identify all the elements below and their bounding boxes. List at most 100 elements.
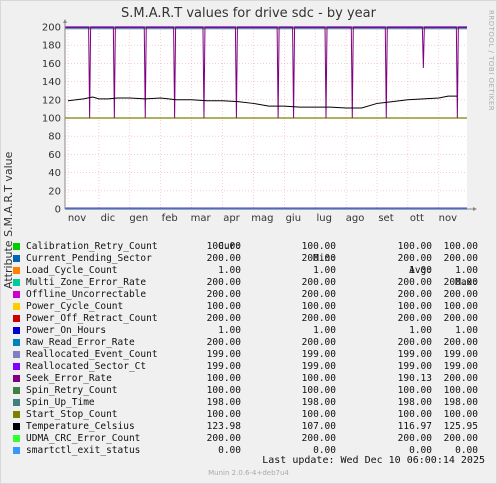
x-tick-label: nov bbox=[439, 213, 457, 224]
legend-item: Power_Off_Retract_Count 200.00 200.00 200.0… bbox=[12, 313, 492, 325]
legend-swatch bbox=[13, 411, 20, 418]
y-tick-label: 100 bbox=[42, 114, 61, 125]
legend-cur: 200.00 bbox=[206, 337, 241, 348]
y-tick-label: 200 bbox=[42, 23, 61, 34]
munin-version: Munin 2.0.6-4+deb7u4 bbox=[208, 469, 289, 477]
y-tick-label: 160 bbox=[42, 59, 61, 70]
legend-item: Calibration_Retry_Count 100.00 100.00 100.0… bbox=[12, 241, 492, 253]
legend-cur: 1.00 bbox=[218, 265, 241, 276]
x-tick-label: ago bbox=[346, 213, 365, 224]
legend-name: Power_On_Hours bbox=[26, 325, 107, 336]
legend-name: Calibration_Retry_Count bbox=[26, 241, 158, 252]
legend-name: Multi_Zone_Error_Rate bbox=[26, 277, 147, 288]
legend-cur: 100.00 bbox=[206, 301, 241, 312]
x-tick-label: gen bbox=[129, 213, 148, 224]
legend-min: 198.00 bbox=[301, 397, 336, 408]
legend-name: Power_Off_Retract_Count bbox=[26, 313, 158, 324]
y-tick-label: 80 bbox=[48, 132, 61, 143]
x-tick-label: mag bbox=[251, 213, 273, 224]
legend-swatch bbox=[13, 291, 20, 298]
legend-max: 200.00 bbox=[443, 433, 478, 444]
x-tick-label: giu bbox=[286, 213, 301, 224]
legend-cur: 199.00 bbox=[206, 349, 241, 360]
legend-max: 100.00 bbox=[443, 301, 478, 312]
legend-item: Current_Pending_Sector 200.00 200.00 200.00… bbox=[12, 253, 492, 265]
y-tick-label: 40 bbox=[48, 168, 61, 179]
legend-cur: 200.00 bbox=[206, 253, 241, 264]
legend-cur: 200.00 bbox=[206, 289, 241, 300]
legend-min: 200.00 bbox=[301, 277, 336, 288]
legend-min: 107.00 bbox=[301, 421, 336, 432]
y-tick-label: 180 bbox=[42, 41, 61, 52]
legend-max: 200.00 bbox=[443, 277, 478, 288]
legend-min: 200.00 bbox=[301, 337, 336, 348]
legend-swatch bbox=[13, 399, 20, 406]
legend-item: Raw_Read_Error_Rate 200.00 200.00 200.00 200… bbox=[12, 337, 492, 349]
x-tick-label: feb bbox=[162, 213, 178, 224]
legend-swatch bbox=[13, 267, 20, 274]
last-update: Last update: Wed Dec 10 06:00:14 2025 bbox=[262, 455, 485, 466]
legend-item: UDMA_CRC_Error_Count 200.00 200.00 200.00 20… bbox=[12, 433, 492, 445]
legend-max: 198.00 bbox=[443, 397, 478, 408]
legend-min: 100.00 bbox=[301, 241, 336, 252]
legend-swatch bbox=[13, 255, 20, 262]
legend-min: 200.00 bbox=[301, 289, 336, 300]
legend-swatch bbox=[13, 243, 20, 250]
legend-min: 1.00 bbox=[313, 265, 336, 276]
legend-swatch bbox=[13, 375, 20, 382]
legend-max: 200.00 bbox=[443, 253, 478, 264]
legend-name: Start_Stop_Count bbox=[26, 409, 118, 420]
legend-min: 100.00 bbox=[301, 409, 336, 420]
x-tick-label: lug bbox=[316, 213, 331, 224]
legend-min: 100.00 bbox=[301, 373, 336, 384]
legend-swatch bbox=[13, 339, 20, 346]
legend-name: Seek_Error_Rate bbox=[26, 373, 112, 384]
legend-min: 1.00 bbox=[313, 325, 336, 336]
x-tick-label: nov bbox=[68, 213, 86, 224]
plot-area: 0 20 40 60 80 100 120 140 160 180 200 nov dic gen feb m… bbox=[42, 19, 477, 224]
legend-cur: 199.00 bbox=[206, 361, 241, 372]
legend-cur: 200.00 bbox=[206, 277, 241, 288]
legend-min: 199.00 bbox=[301, 361, 336, 372]
legend-cur: 100.00 bbox=[206, 385, 241, 396]
legend-max: 1.00 bbox=[455, 325, 478, 336]
legend-cur: 100.00 bbox=[206, 373, 241, 384]
legend-min: 200.00 bbox=[301, 313, 336, 324]
legend-max: 100.00 bbox=[443, 409, 478, 420]
legend-max: 200.00 bbox=[443, 337, 478, 348]
legend-max: 200.00 bbox=[443, 289, 478, 300]
legend-swatch bbox=[13, 315, 20, 322]
legend-name: Offline_Uncorrectable bbox=[26, 289, 147, 300]
y-tick-label: 0 bbox=[55, 205, 61, 216]
legend-item: Power_On_Hours 1.00 1.00 1.00 1.00 bbox=[12, 325, 492, 337]
legend-header: Cur: Min: Avg: Max: bbox=[12, 229, 492, 288]
x-tick-label: dic bbox=[101, 213, 116, 224]
legend-name: Current_Pending_Sector bbox=[26, 253, 152, 264]
legend-item: Spin_Up_Time 198.00 198.00 198.00 198.00 bbox=[12, 397, 492, 409]
legend-max: 100.00 bbox=[443, 241, 478, 252]
legend-rows: Calibration_Retry_Count 100.00 100.00 100.0… bbox=[12, 241, 492, 457]
legend-item: Reallocated_Event_Count 199.00 199.00 199.0… bbox=[12, 349, 492, 361]
x-axis-arrow bbox=[473, 207, 477, 211]
legend-cur: 198.00 bbox=[206, 397, 241, 408]
legend-max: 100.00 bbox=[443, 385, 478, 396]
legend-item: Seek_Error_Rate 100.00 100.00 190.13 200.00 bbox=[12, 373, 492, 385]
legend-name: Temperature_Celsius bbox=[26, 421, 135, 432]
legend-name: Raw_Read_Error_Rate bbox=[26, 337, 135, 348]
legend-max: 1.00 bbox=[455, 265, 478, 276]
legend-max: 125.95 bbox=[443, 421, 478, 432]
legend-item: Power_Cycle_Count 100.00 100.00 100.00 100.0… bbox=[12, 301, 492, 313]
legend: Cur: Min: Avg: Max: Calibration_Retry_Co… bbox=[12, 229, 492, 457]
legend-item: Offline_Uncorrectable 200.00 200.00 200.00 2… bbox=[12, 289, 492, 301]
legend-name: Reallocated_Sector_Ct bbox=[26, 361, 147, 372]
x-tick-label: ott bbox=[410, 213, 424, 224]
legend-min: 200.00 bbox=[301, 433, 336, 444]
legend-min: 100.00 bbox=[301, 385, 336, 396]
x-tick-label: apr bbox=[223, 213, 240, 224]
y-tick-label: 140 bbox=[42, 77, 61, 88]
legend-cur: 100.00 bbox=[206, 241, 241, 252]
legend-name: Reallocated_Event_Count bbox=[26, 349, 158, 360]
legend-swatch bbox=[13, 435, 20, 442]
legend-item: Temperature_Celsius 123.98 107.00 116.97 125… bbox=[12, 421, 492, 433]
x-tick-label: mar bbox=[191, 213, 212, 224]
